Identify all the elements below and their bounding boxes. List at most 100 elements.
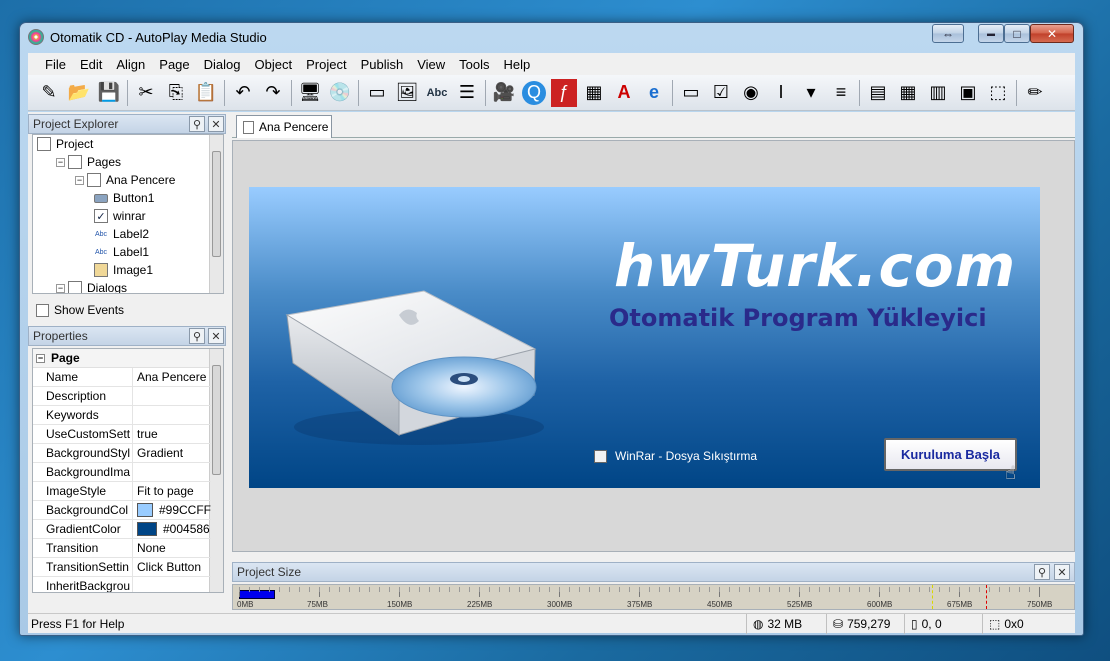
listbox-object-icon[interactable]: ≡ [826,79,856,107]
expand-toggle-icon[interactable]: − [56,283,65,293]
property-row[interactable]: Name Ana Pencere [33,368,211,387]
property-value[interactable]: #99CCFF [132,501,211,519]
radio-object-icon[interactable]: ◉ [736,79,766,107]
label-object-icon[interactable]: Abc [422,79,452,107]
tree-item-button1[interactable]: Button1 [94,189,154,207]
close-button[interactable]: ✕ [1030,24,1074,43]
properties-scroll-thumb[interactable] [212,365,221,475]
tab-ana-pencere[interactable]: Ana Pencere [236,115,332,138]
selection-icon[interactable]: ⬚ [983,79,1013,107]
tree-scroll-thumb[interactable] [212,151,221,257]
menu-page[interactable]: Page [152,57,196,72]
redo-icon[interactable]: ↷ [258,79,288,107]
menu-tools[interactable]: Tools [452,57,496,72]
tree-item-project[interactable]: Project [37,135,93,153]
undo-icon[interactable]: ↶ [228,79,258,107]
columns-icon[interactable]: ▥ [923,79,953,107]
label1-title[interactable]: hwTurk.com [614,232,1016,300]
cut-icon[interactable]: ✂ [131,79,161,107]
input-object-icon[interactable]: ▭ [676,79,706,107]
color-swatch[interactable] [137,503,153,517]
table-icon[interactable]: ▦ [893,79,923,107]
paragraph-object-icon[interactable]: ☰ [452,79,482,107]
combobox-object-icon[interactable]: ▾ [796,79,826,107]
title-bar[interactable]: Otomatik CD - AutoPlay Media Studio ⇔ ▬ … [20,23,1083,51]
page-canvas[interactable]: hwTurk.com Otomatik Program Yükleyici Wi… [249,187,1040,488]
winrar-checkbox-box[interactable] [594,449,607,463]
property-value[interactable]: true [132,425,211,443]
maximize-button[interactable]: □ [1004,24,1030,43]
property-value[interactable] [132,387,211,405]
property-value[interactable]: Fit to page [132,482,211,500]
save-icon[interactable]: 💾 [94,79,124,107]
expand-toggle-icon[interactable]: − [56,157,65,167]
label2-subtitle[interactable]: Otomatik Program Yükleyici [609,304,987,332]
web-object-icon[interactable]: e [639,79,669,107]
slideshow-object-icon[interactable]: ▦ [579,79,609,107]
property-row[interactable]: UseCustomSett true [33,425,211,444]
video-object-icon[interactable]: 🎥 [489,79,519,107]
tree-item-dialogs[interactable]: − Dialogs [56,279,127,293]
property-row[interactable]: GradientColor #004586 [33,520,211,539]
menu-view[interactable]: View [410,57,452,72]
build-cd-icon[interactable]: 💿 [325,79,355,107]
copy-icon[interactable]: ⎘ [161,79,191,107]
panel-close-icon[interactable]: ✕ [1054,564,1070,580]
property-value[interactable]: Gradient [132,444,211,462]
property-value[interactable] [132,406,211,424]
property-value[interactable] [132,577,211,592]
quicktime-object-icon[interactable]: Q [522,80,546,105]
paste-icon[interactable]: 📋 [191,79,221,107]
panel-close-icon[interactable]: ✕ [208,116,224,132]
property-value[interactable]: #004586 [132,520,211,538]
property-value[interactable]: Ana Pencere [132,368,211,386]
tree-object-icon[interactable]: ▣ [953,79,983,107]
textbox-object-icon[interactable]: I [766,79,796,107]
property-row[interactable]: BackgroundIma [33,463,211,482]
property-value[interactable] [132,463,211,481]
property-row[interactable]: InheritBackgrou [33,577,211,592]
menu-project[interactable]: Project [299,57,353,72]
image-object-icon[interactable]: 🖼 [392,79,422,107]
expand-toggle-icon[interactable]: − [75,175,84,185]
property-row[interactable]: ImageStyle Fit to page [33,482,211,501]
property-row[interactable]: Description [33,387,211,406]
show-events-checkbox[interactable] [36,303,49,317]
property-value[interactable]: None [132,539,211,557]
tree-item-label2[interactable]: Abc Label2 [94,225,149,243]
tree-item-label1[interactable]: Abc Label1 [94,243,149,261]
button1-install[interactable]: Kuruluma Başla [884,438,1017,471]
property-value[interactable]: Click Button [132,558,211,576]
menu-edit[interactable]: Edit [73,57,109,72]
tree-item-image1[interactable]: Image1 [94,261,153,279]
property-row[interactable]: Keywords [33,406,211,425]
button-object-icon[interactable]: ▭ [362,79,392,107]
flash-object-icon[interactable]: ƒ [551,78,577,107]
open-folder-icon[interactable]: 📂 [64,79,94,107]
properties-scrollbar[interactable] [209,349,223,592]
menu-dialog[interactable]: Dialog [197,57,248,72]
menu-object[interactable]: Object [248,57,300,72]
color-swatch[interactable] [137,522,157,536]
panel-close-icon[interactable]: ✕ [208,328,224,344]
pencil-icon[interactable]: ✏ [1020,79,1050,107]
property-row[interactable]: BackgroundCol #99CCFF [33,501,211,520]
menu-file[interactable]: File [38,57,73,72]
winrar-checkbox[interactable]: WinRar - Dosya Sıkıştırma [594,449,757,463]
pin-icon[interactable]: ⚲ [189,328,205,344]
menu-publish[interactable]: Publish [354,57,411,72]
tree-item-pages[interactable]: − Pages [56,153,121,171]
tree-item-winrar[interactable]: ✓ winrar [94,207,146,225]
menu-align[interactable]: Align [109,57,152,72]
design-workspace[interactable]: hwTurk.com Otomatik Program Yükleyici Wi… [232,140,1075,552]
wand-icon[interactable]: ✎ [34,79,64,107]
pin-icon[interactable]: ⚲ [189,116,205,132]
menu-help[interactable]: Help [497,57,538,72]
property-row[interactable]: BackgroundStyl Gradient [33,444,211,463]
minimize-button[interactable]: ▬ [978,24,1004,43]
tree-scrollbar[interactable] [209,135,223,293]
grid-object-icon[interactable]: ▤ [863,79,893,107]
property-row[interactable]: TransitionSettin Click Button [33,558,211,577]
collapse-icon[interactable]: − [36,353,45,363]
show-events-option[interactable]: Show Events [36,303,124,317]
